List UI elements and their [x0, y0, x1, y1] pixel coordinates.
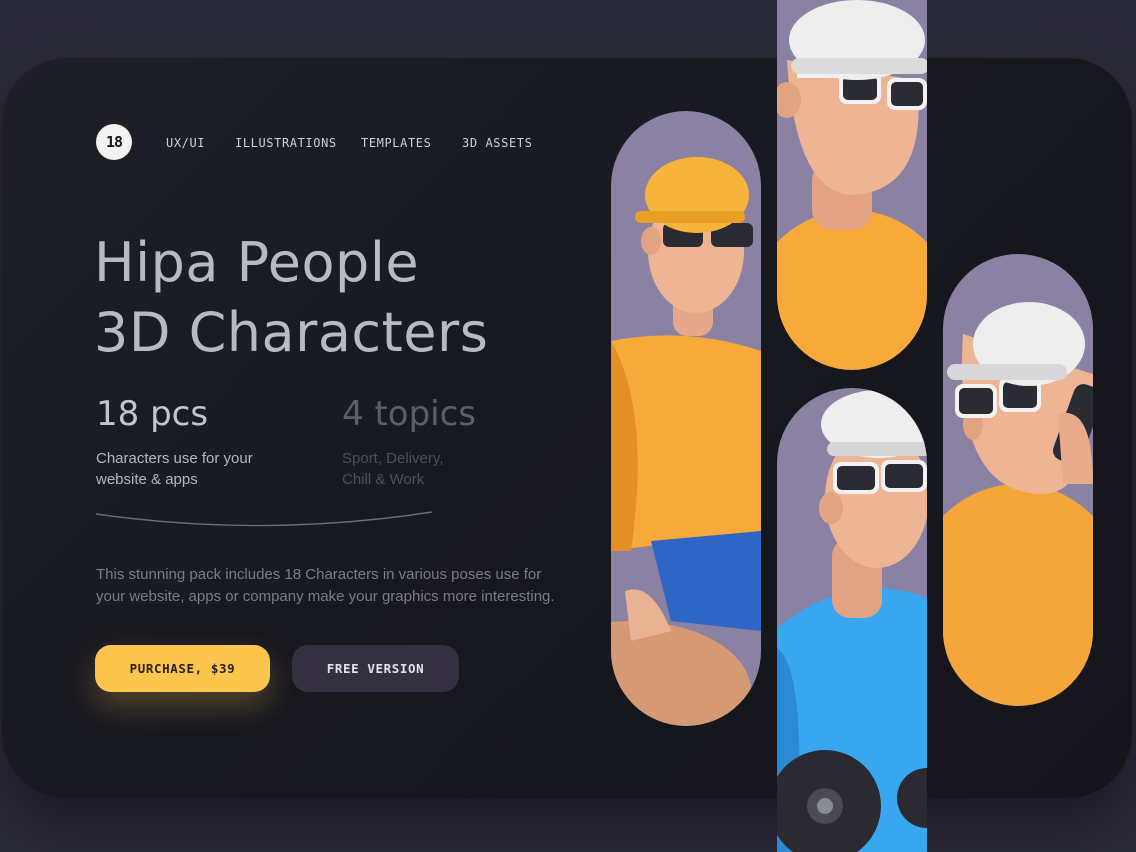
character-image-white-cap-portrait: [777, 0, 927, 370]
free-version-button[interactable]: FREE VERSION: [292, 645, 459, 692]
character-image-yellow-cap: [611, 111, 761, 726]
nav-item-templates[interactable]: TEMPLATES: [361, 136, 431, 150]
stat-topics-value: 4 topics: [342, 394, 477, 434]
title-line-1: Hipa People: [94, 231, 420, 294]
nav-item-3d-assets[interactable]: 3D ASSETS: [462, 136, 532, 150]
stat-pieces-value: 18 pcs: [96, 394, 209, 434]
page-title: Hipa People 3D Characters: [94, 228, 614, 368]
divider-curve: [95, 511, 433, 527]
character-image-blue-shirt: [777, 388, 927, 852]
nav-item-uxui[interactable]: UX/UI: [166, 136, 205, 150]
stat-topics-desc: Sport, Delivery, Chill & Work: [342, 450, 444, 488]
title-line-2: 3D Characters: [94, 301, 489, 364]
purchase-button[interactable]: PURCHASE, $39: [95, 645, 270, 692]
character-image-white-cap-phone: [943, 254, 1093, 706]
nav-item-illustrations[interactable]: ILLUSTRATIONS: [235, 136, 337, 150]
stat-pieces-desc: Characters use for your website & apps: [96, 450, 253, 488]
logo[interactable]: 18: [96, 124, 132, 160]
description: This stunning pack includes 18 Character…: [96, 566, 555, 605]
